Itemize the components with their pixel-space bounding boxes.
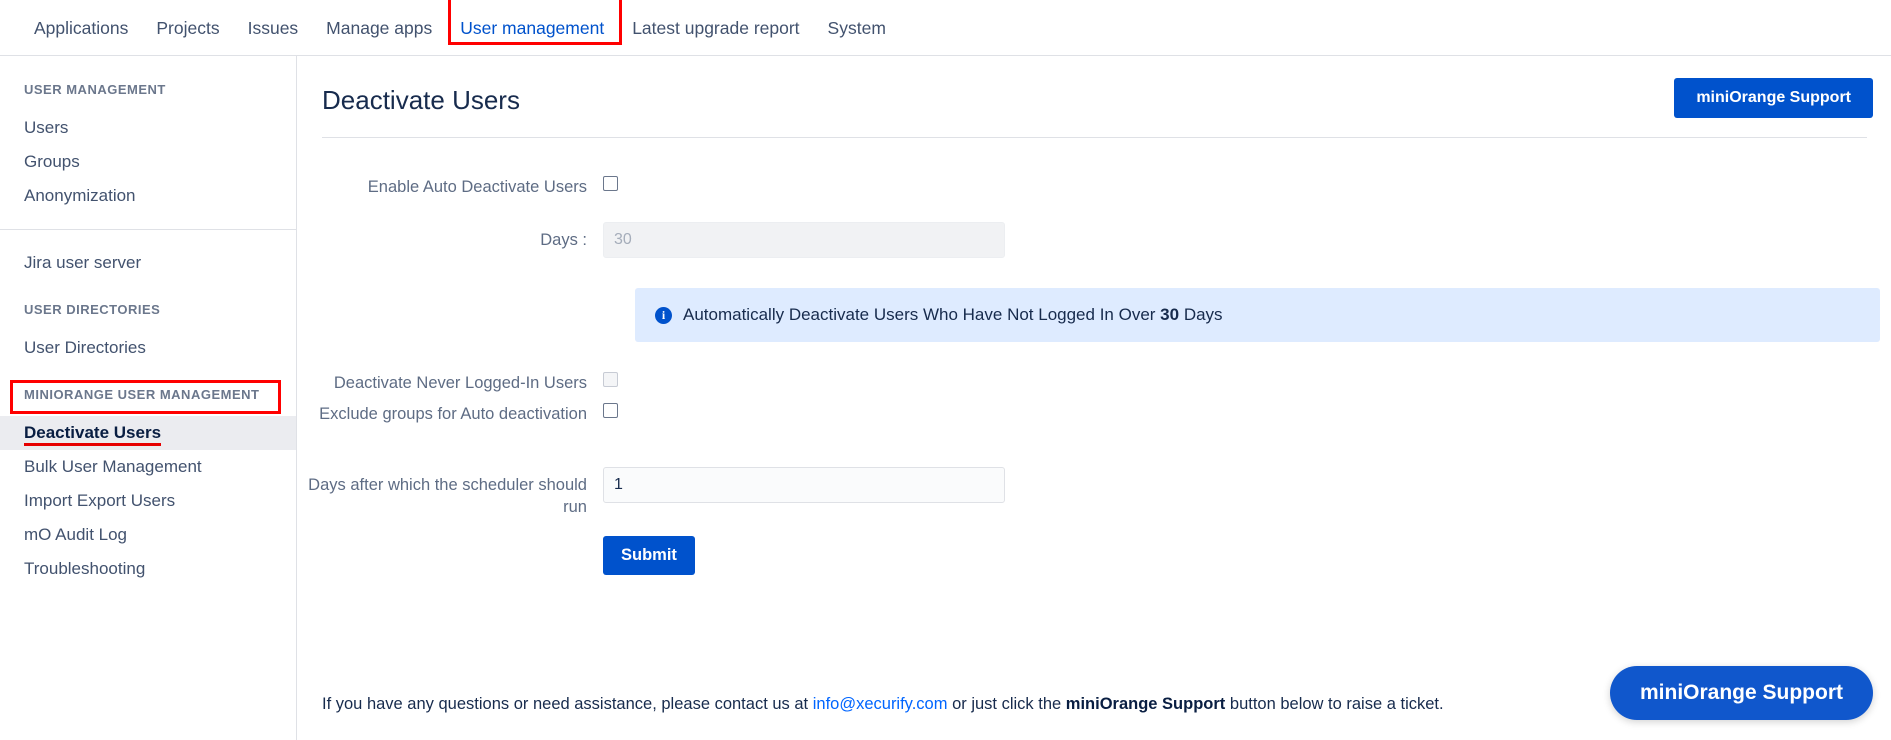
info-banner-text: Automatically Deactivate Users Who Have … [683, 305, 1223, 325]
nav-item-projects[interactable]: Projects [142, 8, 233, 48]
exclude-groups-control [603, 403, 1891, 423]
form-row-exclude-groups: Exclude groups for Auto deactivation [298, 403, 1891, 425]
info-banner-wrapper: i Automatically Deactivate Users Who Hav… [298, 288, 1891, 372]
days-control [603, 222, 1891, 258]
exclude-groups-checkbox[interactable] [603, 403, 618, 418]
form-row-scheduler-days: Days after which the scheduler should ru… [298, 467, 1891, 518]
deactivate-never-logged-in-control [603, 372, 1891, 392]
sidebar-item-label: Troubleshooting [24, 559, 146, 578]
footer-text-1: If you have any questions or need assist… [322, 695, 809, 713]
sidebar-item-import-export-users[interactable]: Import Export Users [0, 484, 296, 518]
submit-button[interactable]: Submit [603, 536, 695, 575]
nav-item-manage-apps[interactable]: Manage apps [312, 8, 446, 48]
sidebar-item-label: mO Audit Log [24, 525, 128, 544]
sidebar-heading-user-directories: USER DIRECTORIES [24, 302, 161, 317]
sidebar-heading-user-management: USER MANAGEMENT [24, 82, 166, 97]
nav-item-system[interactable]: System [814, 8, 900, 48]
nav-item-user-management-highlight: User management [446, 0, 623, 48]
support-email-link[interactable]: info@xecurify.com [813, 695, 948, 713]
top-navigation-bar: Applications Projects Issues Manage apps… [0, 0, 1891, 56]
miniorange-support-float-button[interactable]: miniOrange Support [1609, 666, 1873, 720]
enable-auto-deactivate-control [603, 176, 1891, 196]
sidebar-item-groups[interactable]: Groups [0, 145, 296, 179]
form-row-submit: Submit [298, 536, 1891, 575]
footer-text-2: or just click the [952, 695, 1062, 713]
sidebar-item-users[interactable]: Users [0, 111, 296, 145]
info-banner: i Automatically Deactivate Users Who Hav… [635, 288, 1880, 342]
form-row-days: Days : [298, 222, 1891, 258]
sidebar-item-anonymization[interactable]: Anonymization [0, 179, 296, 213]
info-banner-text-before: Automatically Deactivate Users Who Have … [683, 305, 1156, 324]
info-banner-text-after: Days [1183, 305, 1223, 324]
info-banner-days-value: 30 [1160, 305, 1180, 324]
deactivate-never-logged-in-checkbox [603, 372, 618, 387]
submit-control: Submit [603, 536, 1891, 575]
scheduler-days-input[interactable] [603, 467, 1005, 503]
sidebar-heading-miniorange-user-management: MINIORANGE USER MANAGEMENT [0, 380, 296, 414]
enable-auto-deactivate-checkbox[interactable] [603, 176, 618, 191]
page-header: Deactivate Users [322, 83, 1867, 138]
scheduler-days-label: Days after which the scheduler should ru… [308, 476, 587, 516]
sidebar-item-label: Anonymization [24, 186, 136, 205]
sidebar-divider [0, 229, 296, 230]
sidebar-item-label: Bulk User Management [24, 457, 202, 476]
miniorange-support-top-button[interactable]: miniOrange Support [1674, 78, 1873, 118]
sidebar-item-label: Import Export Users [24, 491, 176, 510]
form-row-enable-auto: Enable Auto Deactivate Users [298, 176, 1891, 198]
sidebar-item-bulk-user-management[interactable]: Bulk User Management [0, 450, 296, 484]
sidebar-item-label: User Directories [24, 338, 146, 357]
sidebar: USER MANAGEMENT Users Groups Anonymizati… [0, 56, 297, 740]
nav-item-applications[interactable]: Applications [20, 8, 142, 48]
sidebar-item-troubleshooting[interactable]: Troubleshooting [0, 552, 296, 586]
nav-item-latest-upgrade-report[interactable]: Latest upgrade report [618, 8, 813, 48]
main-content: Deactivate Users miniOrange Support Enab… [298, 56, 1891, 740]
nav-item-issues[interactable]: Issues [234, 8, 313, 48]
sidebar-item-label: Users [24, 118, 69, 137]
sidebar-item-jira-user-server[interactable]: Jira user server [0, 246, 296, 280]
sidebar-item-label: Groups [24, 152, 80, 171]
days-label: Days : [540, 231, 587, 249]
deactivate-users-form: Enable Auto Deactivate Users Days : i Au… [298, 176, 1891, 575]
sidebar-item-label: Jira user server [24, 253, 142, 272]
enable-auto-deactivate-label: Enable Auto Deactivate Users [367, 178, 587, 196]
sidebar-item-user-directories[interactable]: User Directories [0, 331, 296, 365]
footer-brand-name: miniOrange Support [1065, 695, 1226, 713]
deactivate-never-logged-in-label: Deactivate Never Logged-In Users [333, 374, 587, 392]
page-title: Deactivate Users [322, 85, 520, 115]
sidebar-item-deactivate-users[interactable]: Deactivate Users [0, 416, 296, 450]
footer-contact-note: If you have any questions or need assist… [322, 695, 1444, 714]
info-icon: i [655, 306, 672, 324]
exclude-groups-label: Exclude groups for Auto deactivation [319, 405, 587, 423]
sidebar-item-label: Deactivate Users [24, 423, 162, 446]
sidebar-item-mo-audit-log[interactable]: mO Audit Log [0, 518, 296, 552]
footer-text-3: button below to raise a ticket. [1229, 695, 1444, 713]
days-input [603, 222, 1005, 258]
scheduler-days-control [603, 467, 1891, 503]
nav-item-user-management[interactable]: User management [446, 8, 618, 48]
form-row-never-logged-in: Deactivate Never Logged-In Users [298, 372, 1891, 394]
